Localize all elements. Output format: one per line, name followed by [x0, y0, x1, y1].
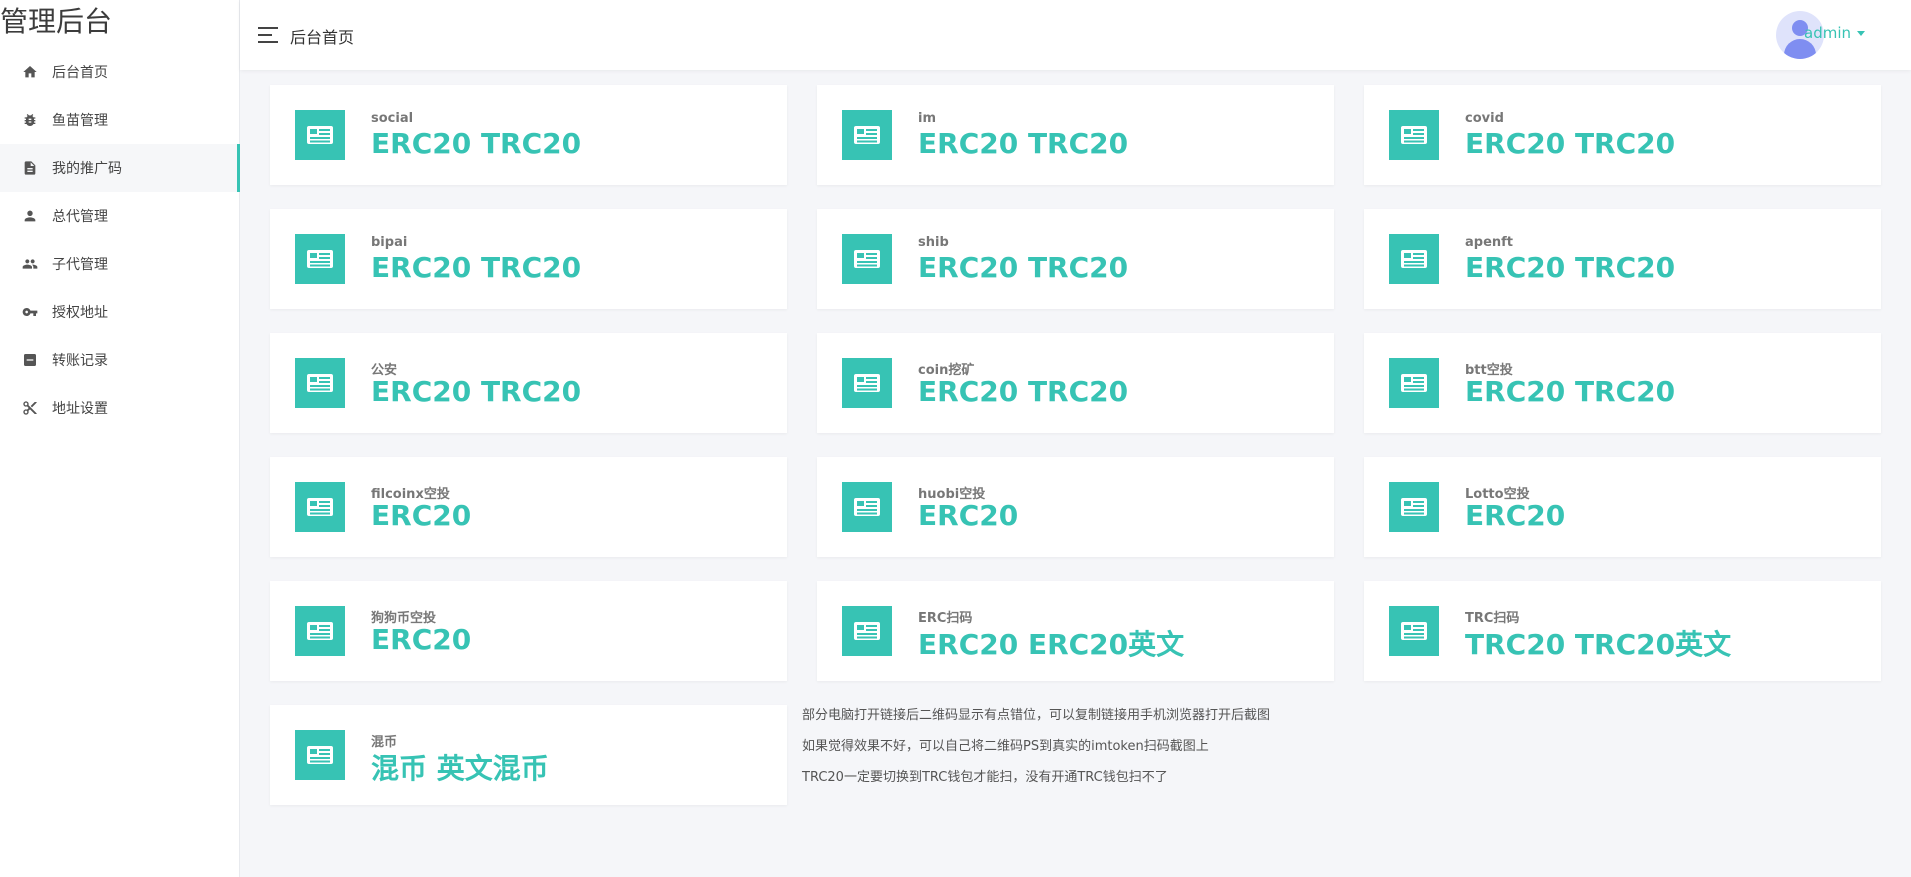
sidebar-item-label: 授权地址	[52, 305, 108, 321]
sidebar-item-home[interactable]: 后台首页	[0, 48, 240, 96]
card-label: covid	[1465, 111, 1504, 126]
user-name: admin	[1804, 24, 1851, 42]
promo-card[interactable]: apenft ERC20 TRC20	[1364, 209, 1881, 309]
promo-card[interactable]: huobi空投 ERC20	[817, 457, 1334, 557]
card-value: TRC20 TRC20英文	[1465, 628, 1732, 661]
card-value: ERC20	[1465, 499, 1566, 532]
card-label: apenft	[1465, 235, 1514, 250]
newspaper-icon	[842, 110, 892, 160]
card-value: ERC20 TRC20	[371, 251, 582, 284]
promo-card[interactable]: 公安 ERC20 TRC20	[270, 333, 787, 433]
sidebar-item-fish[interactable]: 鱼苗管理	[0, 96, 240, 144]
note-line: TRC20一定要切换到TRC钱包才能扫，没有开通TRC钱包扫不了	[802, 770, 1168, 785]
promo-card[interactable]: TRC扫码 TRC20 TRC20英文	[1364, 581, 1881, 681]
card-value: ERC20 TRC20	[918, 375, 1129, 408]
promo-card[interactable]: 混币 混币 英文混币	[270, 705, 787, 805]
card-value: ERC20	[371, 623, 472, 656]
sidebar-item-promo-code[interactable]: 我的推广码	[0, 144, 240, 192]
card-value: ERC20 TRC20	[918, 127, 1129, 160]
newspaper-icon	[295, 606, 345, 656]
promo-card[interactable]: bipai ERC20 TRC20	[270, 209, 787, 309]
promo-card[interactable]: shib ERC20 TRC20	[817, 209, 1334, 309]
sidebar-item-label: 总代管理	[52, 209, 108, 225]
note-line: 部分电脑打开链接后二维码显示有点错位，可以复制链接用手机浏览器打开后截图	[802, 708, 1271, 723]
sidebar-item-sub-agent[interactable]: 子代管理	[0, 240, 240, 288]
sidebar-item-auth-address[interactable]: 授权地址	[0, 288, 240, 336]
newspaper-icon	[842, 482, 892, 532]
person-icon	[22, 208, 38, 224]
newspaper-icon	[842, 358, 892, 408]
promo-card[interactable]: 狗狗币空投 ERC20	[270, 581, 787, 681]
page-title: 后台首页	[290, 28, 355, 47]
newspaper-icon	[842, 234, 892, 284]
newspaper-icon	[1389, 606, 1439, 656]
promo-card[interactable]: ERC扫码 ERC20 ERC20英文	[817, 581, 1334, 681]
card-value: ERC20 TRC20	[1465, 251, 1676, 284]
people-icon	[22, 256, 38, 272]
newspaper-icon	[1389, 358, 1439, 408]
key-icon	[22, 304, 38, 320]
newspaper-icon	[1389, 110, 1439, 160]
menu-toggle-icon[interactable]	[258, 27, 278, 43]
card-label: bipai	[371, 235, 408, 250]
promo-card[interactable]: coin挖矿 ERC20 TRC20	[817, 333, 1334, 433]
sidebar-item-general-agent[interactable]: 总代管理	[0, 192, 240, 240]
sidebar-item-transfer-record[interactable]: 转账记录	[0, 336, 240, 384]
sidebar-item-label: 我的推广码	[52, 161, 122, 177]
newspaper-icon	[1389, 234, 1439, 284]
sidebar-item-label: 后台首页	[52, 65, 108, 81]
promo-card[interactable]: social ERC20 TRC20	[270, 85, 787, 185]
card-value: ERC20 TRC20	[371, 127, 582, 160]
user-menu[interactable]: admin	[1804, 24, 1865, 42]
card-value: 混币 英文混币	[371, 752, 549, 785]
newspaper-icon	[295, 482, 345, 532]
promo-card[interactable]: btt空投 ERC20 TRC20	[1364, 333, 1881, 433]
brand-title: 管理后台	[0, 5, 113, 38]
promo-card[interactable]: Lotto空投 ERC20	[1364, 457, 1881, 557]
sidebar-menu: 后台首页 鱼苗管理 我的推广码 总代管理 子代管理 授权地址 转账记录 地址设置	[0, 48, 240, 432]
sidebar-item-label: 鱼苗管理	[52, 113, 108, 129]
main-content: 部分电脑打开链接后二维码显示有点错位，可以复制链接用手机浏览器打开后截图 如果觉…	[240, 70, 1911, 877]
sidebar-item-label: 子代管理	[52, 257, 108, 273]
card-label: social	[371, 111, 414, 126]
caret-down-icon	[1857, 31, 1865, 36]
card-value: ERC20 TRC20	[371, 375, 582, 408]
card-value: ERC20	[371, 499, 472, 532]
newspaper-icon	[295, 110, 345, 160]
top-bar: 后台首页 admin	[240, 0, 1911, 70]
home-icon	[22, 64, 38, 80]
card-value: ERC20 ERC20英文	[918, 628, 1185, 661]
sidebar: 管理后台 后台首页 鱼苗管理 我的推广码 总代管理 子代管理 授权地址 转账记录…	[0, 0, 240, 877]
bug-icon	[22, 112, 38, 128]
card-value: ERC20 TRC20	[918, 251, 1129, 284]
scissors-icon	[22, 400, 38, 416]
newspaper-icon	[295, 234, 345, 284]
card-label: im	[918, 111, 937, 126]
document-icon	[22, 160, 38, 176]
card-label: shib	[918, 235, 949, 250]
newspaper-icon	[1389, 482, 1439, 532]
promo-card[interactable]: filcoinx空投 ERC20	[270, 457, 787, 557]
sidebar-item-label: 转账记录	[52, 353, 108, 369]
sidebar-item-label: 地址设置	[52, 401, 108, 417]
promo-card[interactable]: im ERC20 TRC20	[817, 85, 1334, 185]
sidebar-item-address-settings[interactable]: 地址设置	[0, 384, 240, 432]
promo-card[interactable]: covid ERC20 TRC20	[1364, 85, 1881, 185]
card-value: ERC20 TRC20	[1465, 127, 1676, 160]
list-icon	[22, 352, 38, 368]
card-value: ERC20 TRC20	[1465, 375, 1676, 408]
note-line: 如果觉得效果不好，可以自己将二维码PS到真实的imtoken扫码截图上	[802, 739, 1209, 754]
newspaper-icon	[295, 730, 345, 780]
notes: 部分电脑打开链接后二维码显示有点错位，可以复制链接用手机浏览器打开后截图 如果觉…	[802, 700, 1270, 793]
card-value: ERC20	[918, 499, 1019, 532]
newspaper-icon	[295, 358, 345, 408]
newspaper-icon	[842, 606, 892, 656]
